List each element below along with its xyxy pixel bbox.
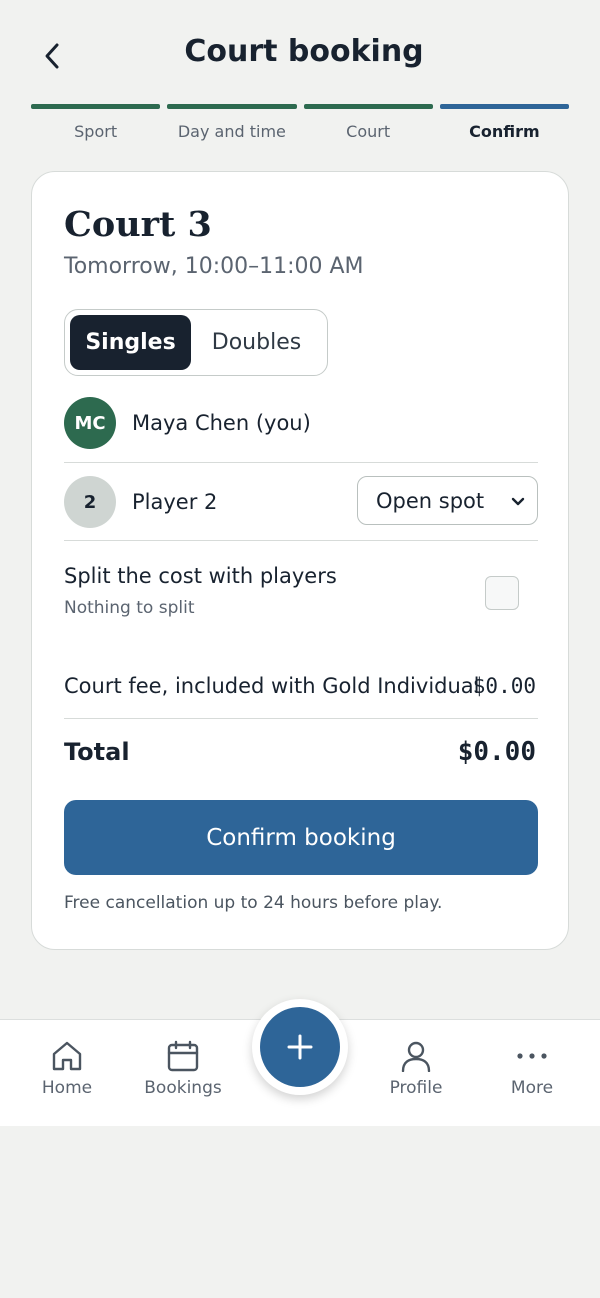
step-bar (439, 104, 569, 109)
more-icon (517, 1053, 547, 1059)
court-fee-label: Court fee, included with Gold Individual (64, 674, 480, 698)
divider (64, 540, 538, 541)
player-name: Maya Chen (you) (132, 411, 311, 435)
tab-more[interactable]: More (477, 1020, 587, 1127)
step-label: Court (346, 122, 391, 141)
court-title: Court 3 (64, 204, 212, 245)
step-label: Sport (74, 122, 118, 141)
user-icon (401, 1041, 431, 1072)
doubles-option[interactable]: Doubles (191, 315, 322, 370)
split-cost-subtitle: Nothing to split (64, 598, 195, 618)
progress-steps: Sport Day and time Court Confirm (31, 104, 569, 141)
avatar: MC (64, 397, 116, 449)
confirm-booking-button[interactable]: Confirm booking (64, 800, 538, 875)
step-bar (31, 104, 161, 109)
divider (64, 462, 538, 463)
home-icon (52, 1041, 82, 1071)
step-confirm: Confirm (439, 104, 569, 141)
total-label: Total (64, 738, 130, 766)
court-fee-amount: $0.00 (472, 674, 536, 698)
select-value: Open spot (376, 488, 485, 513)
page-title: Court booking (184, 34, 424, 69)
plus-icon (287, 1034, 313, 1060)
split-cost-label: Split the cost with players (64, 564, 337, 588)
step-bar (303, 104, 433, 109)
total-amount: $0.00 (457, 737, 536, 767)
divider (64, 718, 538, 719)
booking-time: Tomorrow, 10:00–11:00 AM (64, 254, 364, 279)
booking-card: Court 3 Tomorrow, 10:00–11:00 AM Singles… (31, 171, 569, 950)
tab-home[interactable]: Home (12, 1020, 122, 1127)
player-2-select[interactable]: Open spot (357, 476, 538, 525)
fab-circle (260, 1007, 340, 1087)
calendar-icon (167, 1040, 199, 1072)
chevron-down-icon (511, 497, 525, 506)
tab-profile[interactable]: Profile (361, 1020, 471, 1127)
format-toggle: Singles Doubles (64, 309, 328, 376)
tab-label: Bookings (144, 1078, 222, 1098)
cancellation-note: Free cancellation up to 24 hours before … (64, 893, 443, 913)
step-label: Day and time (177, 122, 286, 141)
tab-label: Home (41, 1078, 93, 1098)
step-court[interactable]: Court (303, 104, 433, 141)
header: Court booking (0, 0, 600, 100)
split-cost-checkbox[interactable] (485, 576, 519, 610)
player-name: Player 2 (132, 490, 218, 514)
player-row-2: 2 Player 2 Open spot (64, 476, 538, 528)
new-booking-button[interactable] (252, 999, 348, 1095)
tab-bookings[interactable]: Bookings (128, 1020, 238, 1127)
avatar: 2 (64, 476, 116, 528)
player-row-1: MC Maya Chen (you) (64, 397, 538, 449)
step-label: Confirm (469, 122, 540, 141)
step-day-and-time[interactable]: Day and time (167, 104, 297, 141)
step-sport[interactable]: Sport (31, 104, 161, 141)
tab-label: Profile (389, 1078, 443, 1098)
step-bar (167, 104, 297, 109)
singles-option[interactable]: Singles (70, 315, 191, 370)
tab-label: More (510, 1078, 554, 1098)
